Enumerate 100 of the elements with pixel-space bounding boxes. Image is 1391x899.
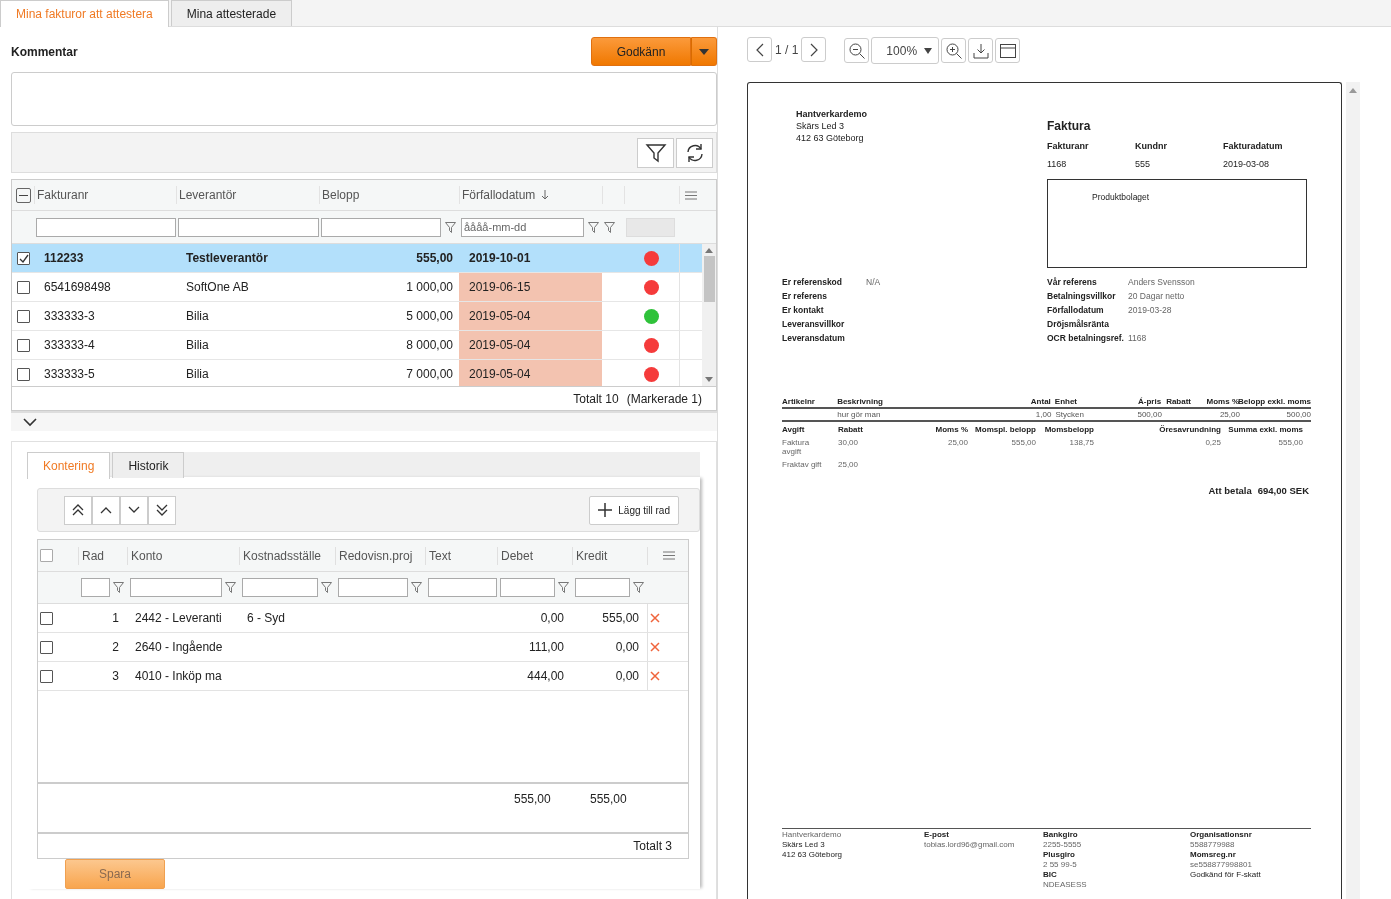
table-cell: 2019-10-01 bbox=[469, 251, 531, 265]
window-button[interactable] bbox=[995, 38, 1021, 63]
scrollbar[interactable] bbox=[702, 244, 716, 386]
filter-field[interactable] bbox=[500, 578, 555, 597]
dropdown-button[interactable] bbox=[691, 37, 717, 66]
table-cell: Testleverantör bbox=[186, 251, 268, 265]
column-header: Avgift bbox=[782, 425, 806, 434]
total-label: Att betala bbox=[1208, 485, 1252, 496]
checkbox[interactable] bbox=[16, 367, 30, 381]
column-header: Á-pris bbox=[1137, 397, 1162, 406]
column-header: Beskrivning bbox=[837, 397, 884, 406]
select-all-checkbox[interactable] bbox=[15, 187, 31, 203]
column-header[interactable]: Debet bbox=[501, 548, 534, 563]
delete-icon[interactable] bbox=[650, 642, 660, 652]
filter-icon[interactable] bbox=[411, 582, 422, 593]
zoom-in-button[interactable] bbox=[941, 38, 967, 63]
table-cell: 333333-5 bbox=[44, 367, 95, 381]
move-top-button[interactable] bbox=[64, 495, 92, 525]
sender-line: Hantverkardemo bbox=[796, 109, 869, 119]
reference-label: Förfallodatum bbox=[1047, 305, 1105, 315]
table-cell: 111,00 bbox=[529, 640, 564, 654]
checkbox[interactable] bbox=[16, 338, 30, 352]
total-count: Totalt 3 bbox=[633, 839, 672, 853]
filter-field[interactable] bbox=[178, 217, 319, 237]
tab[interactable]: Mina attesterade bbox=[170, 0, 293, 26]
next-page-button[interactable] bbox=[801, 37, 827, 62]
column-header[interactable]: Kredit bbox=[576, 548, 608, 563]
filter-icon[interactable] bbox=[558, 582, 569, 593]
zoom-out-button[interactable] bbox=[844, 38, 870, 63]
reference-label: Betalningsvillkor bbox=[1047, 291, 1117, 301]
date-filter-field[interactable]: åååå-mm-dd bbox=[461, 217, 584, 237]
debit-sum: 555,00 bbox=[514, 792, 551, 806]
field-value: 555 bbox=[1135, 159, 1152, 169]
column-header[interactable]: Kostnadsställe bbox=[243, 548, 322, 563]
column-header: Belopp exkl. moms bbox=[1239, 397, 1311, 406]
chevron-down-icon[interactable] bbox=[23, 417, 37, 427]
filter-icon[interactable] bbox=[588, 221, 599, 233]
approve-button[interactable]: Godkänn bbox=[591, 37, 691, 66]
footer-text: 5588779988 bbox=[1190, 840, 1236, 849]
checkbox[interactable] bbox=[40, 640, 53, 654]
table-cell-text: 555,00 bbox=[1011, 438, 1036, 449]
table-cell-text: 25,00 bbox=[947, 438, 968, 449]
filter-field[interactable] bbox=[428, 578, 497, 597]
table-cell: 5 000,00 bbox=[406, 309, 453, 323]
filter-icon[interactable] bbox=[604, 221, 615, 233]
column-header[interactable]: Förfallodatum bbox=[462, 188, 536, 202]
menu-icon[interactable] bbox=[663, 551, 675, 560]
reference-value: Anders Svensson bbox=[1128, 277, 1195, 287]
column-header[interactable]: Text bbox=[429, 548, 451, 563]
column-header[interactable]: Rad bbox=[82, 548, 104, 563]
comment-field[interactable] bbox=[11, 72, 717, 126]
delete-icon[interactable] bbox=[650, 613, 660, 623]
filter-icon[interactable] bbox=[445, 221, 456, 233]
previous-page-button[interactable] bbox=[747, 37, 772, 62]
table-cell: 25,00 bbox=[1219, 410, 1240, 419]
table-cell: SoftOne AB bbox=[186, 280, 249, 294]
add-row-button[interactable]: Lägg till rad bbox=[589, 495, 679, 525]
scroll-down-arrow-icon[interactable] bbox=[705, 377, 713, 382]
checkbox[interactable] bbox=[16, 280, 30, 294]
reference-value: 20 Dagar netto bbox=[1128, 291, 1185, 301]
table-cell: 555,00 bbox=[416, 251, 453, 265]
column-header[interactable]: Leverantör bbox=[179, 188, 237, 202]
filter-icon[interactable] bbox=[633, 582, 644, 593]
filter-icon[interactable] bbox=[113, 582, 124, 593]
scrollbar[interactable] bbox=[1346, 82, 1360, 899]
menu-icon[interactable] bbox=[684, 190, 697, 200]
scroll-up-arrow-icon[interactable] bbox=[1349, 88, 1357, 93]
column-header: Artikelnr bbox=[782, 397, 816, 406]
filter-button[interactable] bbox=[637, 137, 674, 168]
sort-arrow-icon bbox=[541, 190, 550, 200]
filter-field[interactable] bbox=[575, 578, 630, 597]
column-header[interactable]: Redovisn.proj bbox=[339, 548, 413, 563]
zoom-select[interactable]: 100% bbox=[871, 37, 940, 64]
page-indicator: 1 / 1 bbox=[774, 42, 800, 57]
footer-text: se558877998801 bbox=[1190, 860, 1253, 869]
recipient-name: Produktbolaget bbox=[1092, 192, 1150, 202]
filter-field[interactable] bbox=[242, 578, 318, 597]
filter-field[interactable] bbox=[36, 217, 176, 237]
table-cell: 7 000,00 bbox=[406, 367, 453, 381]
checkbox[interactable] bbox=[16, 251, 30, 265]
reference-value: 2019-03-28 bbox=[1128, 305, 1172, 315]
scroll-up-arrow-icon[interactable] bbox=[705, 248, 713, 253]
tab[interactable]: Historik bbox=[112, 452, 185, 478]
refresh-button[interactable] bbox=[676, 137, 713, 168]
column-header[interactable]: Konto bbox=[131, 548, 163, 563]
move-bottom-button[interactable] bbox=[148, 495, 176, 525]
select-all-checkbox[interactable] bbox=[40, 549, 53, 562]
filter-icon[interactable] bbox=[321, 582, 332, 593]
column-header[interactable]: Belopp bbox=[322, 188, 360, 202]
delete-icon[interactable] bbox=[650, 671, 660, 681]
filter-field[interactable] bbox=[130, 578, 222, 597]
filter-icon[interactable] bbox=[225, 582, 236, 593]
filter-field[interactable] bbox=[81, 578, 110, 597]
column-header[interactable]: Fakturanr bbox=[37, 188, 89, 202]
checkbox[interactable] bbox=[40, 611, 53, 625]
checkbox[interactable] bbox=[16, 309, 30, 323]
filter-field[interactable] bbox=[338, 578, 408, 597]
filter-field[interactable] bbox=[321, 217, 441, 237]
checkbox[interactable] bbox=[40, 669, 53, 683]
column-header: Öresavrundning bbox=[1158, 425, 1221, 434]
